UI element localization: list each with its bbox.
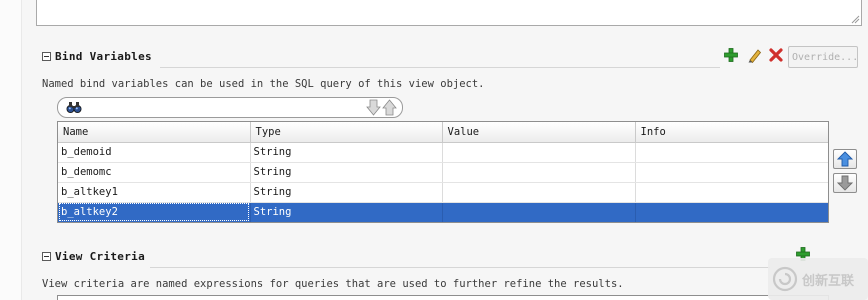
cell-value[interactable] bbox=[442, 202, 636, 222]
view-criteria-list[interactable] bbox=[57, 295, 829, 300]
bind-variables-table: Name Type Value Info b_demoid String b_d… bbox=[57, 121, 829, 223]
watermark-logo-icon bbox=[772, 266, 798, 292]
view-criteria-header: View Criteria bbox=[42, 248, 145, 264]
section-divider bbox=[150, 267, 770, 268]
sort-up-icon[interactable] bbox=[382, 99, 397, 116]
cell-name[interactable]: b_demomc bbox=[58, 162, 251, 183]
override-label: Override... bbox=[792, 51, 859, 63]
override-button[interactable]: Override... bbox=[788, 46, 858, 68]
column-header-info[interactable]: Info bbox=[635, 122, 828, 143]
cell-name[interactable]: b_altkey2 bbox=[58, 202, 251, 222]
section-divider bbox=[160, 67, 720, 68]
cell-value[interactable] bbox=[442, 182, 636, 203]
move-down-button[interactable] bbox=[833, 173, 857, 193]
bind-variables-description: Named bind variables can be used in the … bbox=[42, 78, 485, 90]
sort-down-icon[interactable] bbox=[366, 99, 381, 116]
table-row-selected[interactable]: b_altkey2 String bbox=[58, 202, 828, 222]
column-header-name[interactable]: Name bbox=[58, 122, 251, 143]
table-header-row: Name Type Value Info bbox=[58, 122, 828, 143]
table-row[interactable]: b_demoid String bbox=[58, 142, 828, 163]
resize-grip-icon[interactable] bbox=[850, 14, 860, 24]
cell-type[interactable]: String bbox=[250, 142, 443, 163]
table-row[interactable]: b_demomc String bbox=[58, 162, 828, 183]
collapse-toggle-icon[interactable] bbox=[42, 51, 51, 61]
delete-x-icon bbox=[769, 48, 783, 62]
delete-button[interactable] bbox=[767, 46, 785, 64]
cell-type[interactable]: String bbox=[250, 182, 443, 203]
add-button[interactable] bbox=[722, 46, 740, 64]
pencil-icon bbox=[748, 48, 761, 63]
move-up-button[interactable] bbox=[833, 149, 857, 169]
plus-icon bbox=[724, 48, 738, 62]
cell-info[interactable] bbox=[635, 142, 828, 163]
watermark-text: 创新互联 bbox=[802, 273, 855, 289]
cell-name[interactable]: b_altkey1 bbox=[58, 182, 251, 203]
cell-type[interactable]: String bbox=[250, 202, 443, 222]
view-criteria-title: View Criteria bbox=[55, 249, 145, 263]
arrow-up-icon bbox=[837, 151, 853, 167]
cell-info[interactable] bbox=[635, 202, 828, 222]
table-row[interactable]: b_altkey1 String bbox=[58, 182, 828, 203]
column-header-value[interactable]: Value bbox=[442, 122, 636, 143]
binoculars-search-icon[interactable] bbox=[66, 100, 82, 114]
column-header-type[interactable]: Type bbox=[250, 122, 443, 143]
cell-info[interactable] bbox=[635, 182, 828, 203]
watermark: 创新互联 bbox=[768, 258, 868, 300]
cell-value[interactable] bbox=[442, 162, 636, 183]
cell-name[interactable]: b_demoid bbox=[58, 142, 251, 163]
cell-type[interactable]: String bbox=[250, 162, 443, 183]
bind-variables-title: Bind Variables bbox=[55, 49, 152, 63]
editor-panel: Bind Variables Override... Named bind va… bbox=[0, 0, 868, 300]
edit-button[interactable] bbox=[745, 46, 763, 64]
view-criteria-description: View criteria are named expressions for … bbox=[42, 278, 624, 290]
bind-variables-header: Bind Variables bbox=[42, 48, 152, 64]
query-textarea[interactable] bbox=[36, 0, 862, 26]
cell-info[interactable] bbox=[635, 162, 828, 183]
arrow-down-icon bbox=[837, 175, 853, 191]
collapse-toggle-icon[interactable] bbox=[42, 251, 51, 261]
filter-bar[interactable] bbox=[57, 97, 403, 118]
left-gutter bbox=[0, 0, 22, 300]
sort-controls bbox=[366, 99, 397, 116]
cell-value[interactable] bbox=[442, 142, 636, 163]
